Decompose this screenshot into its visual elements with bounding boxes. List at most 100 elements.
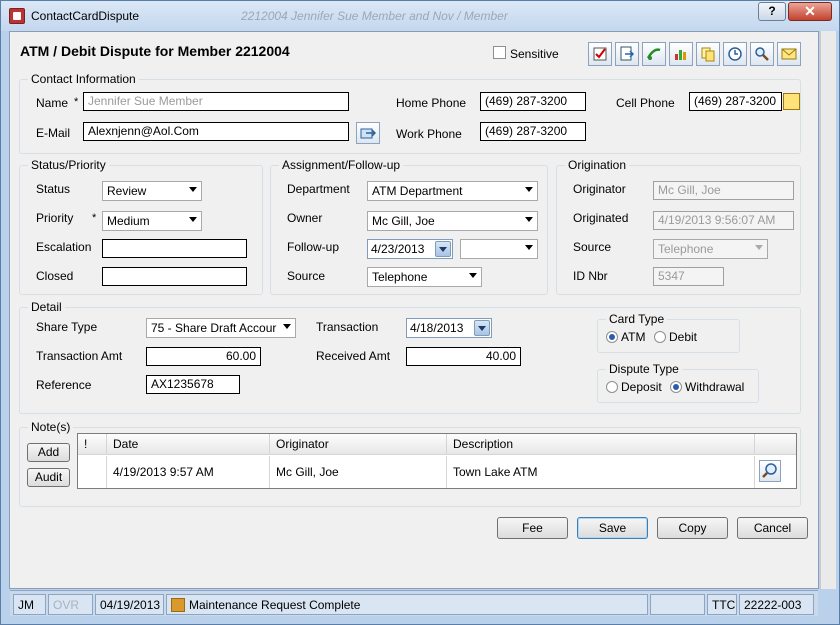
save-button[interactable]: Save	[577, 517, 648, 539]
transaction-date-picker[interactable]: 4/18/2013	[406, 318, 492, 338]
department-label: Department	[287, 182, 350, 196]
notes-table: ! Date Originator Description 4/19/2013 …	[77, 433, 797, 489]
maintenance-icon	[171, 598, 185, 612]
window-title-faded: 2212004 Jennifer Sue Member and Nov / Me…	[241, 9, 508, 23]
status-date: 04/19/2013	[95, 594, 164, 615]
followup-label: Follow-up	[287, 240, 340, 254]
search-icon[interactable]	[750, 42, 774, 66]
status-branch: TTC	[707, 594, 737, 615]
status-bar: JM OVR 04/19/2013 Maintenance Request Co…	[10, 590, 818, 616]
clock-icon[interactable]	[723, 42, 747, 66]
followup-time-select[interactable]	[460, 239, 538, 259]
received-amt-field[interactable]: 40.00	[406, 347, 521, 366]
detail-group-label: Detail	[28, 300, 65, 314]
app-icon	[9, 8, 25, 24]
escalation-field[interactable]	[102, 239, 247, 258]
originated-label: Originated	[573, 211, 629, 225]
view-note-search-icon[interactable]	[759, 460, 781, 482]
card-type-label: Card Type	[606, 312, 668, 326]
cancel-button[interactable]: Cancel	[737, 517, 808, 539]
dispute-deposit-radio[interactable]	[606, 381, 618, 393]
card-type-atm-label: ATM	[621, 330, 646, 344]
sensitive-label: Sensitive	[510, 47, 559, 61]
required-marker: *	[92, 212, 97, 224]
assignment-source-select[interactable]: Telephone	[367, 267, 482, 287]
close-button[interactable]: ✕	[788, 2, 832, 21]
status-message-panel: Maintenance Request Complete	[166, 594, 648, 615]
notes-group-label: Note(s)	[28, 420, 74, 434]
required-marker: *	[74, 96, 79, 108]
column-header-description[interactable]: Description	[447, 434, 755, 455]
closed-field[interactable]	[102, 267, 247, 286]
assignment-group-label: Assignment/Follow-up	[279, 158, 404, 172]
owner-label: Owner	[287, 211, 323, 225]
cell-description: Town Lake ATM	[447, 456, 755, 488]
window-title: ContactCardDispute	[31, 9, 140, 23]
page-title: ATM / Debit Dispute for Member 2212004	[20, 43, 290, 59]
fee-button[interactable]: Fee	[497, 517, 568, 539]
id-nbr-label: ID Nbr	[573, 269, 608, 283]
send-email-icon[interactable]	[356, 122, 380, 144]
card-type-atm-radio[interactable]	[606, 331, 618, 343]
card-type-debit-label: Debit	[669, 330, 698, 344]
priority-label: Priority	[36, 211, 74, 225]
dispute-withdrawal-label: Withdrawal	[685, 380, 745, 394]
detail-group: Detail Share Type 75 - Share Draft Accou…	[19, 300, 801, 414]
work-phone-field[interactable]: (469) 287-3200	[480, 122, 586, 141]
mail-icon[interactable]	[777, 42, 801, 66]
sensitive-checkbox[interactable]	[493, 46, 506, 59]
cell-flag	[78, 456, 107, 488]
calendar-dropdown-icon[interactable]	[474, 320, 490, 336]
dialog-window: ContactCardDispute 2212004 Jennifer Sue …	[0, 0, 840, 625]
copy-button[interactable]: Copy	[657, 517, 728, 539]
column-header-flag[interactable]: !	[78, 434, 107, 455]
name-field[interactable]: Jennifer Sue Member	[83, 92, 349, 111]
status-priority-group: Status/Priority Status Review Priority *…	[19, 158, 263, 295]
email-field[interactable]: Alexnjenn@Aol.Com	[83, 122, 349, 141]
id-nbr-field: 5347	[653, 267, 724, 286]
checklist-icon[interactable]	[588, 42, 612, 66]
add-note-button[interactable]: Add	[27, 443, 70, 462]
transfer-icon[interactable]	[642, 42, 666, 66]
share-type-label: Share Type	[36, 320, 98, 334]
department-select[interactable]: ATM Department	[367, 181, 538, 201]
card-type-group: Card Type ATM Debit	[597, 312, 740, 353]
phone-lookup-icon[interactable]	[783, 93, 800, 110]
column-header-date[interactable]: Date	[107, 434, 270, 455]
status-priority-label: Status/Priority	[28, 158, 109, 172]
help-button[interactable]: ?	[758, 2, 786, 21]
transaction-amt-label: Transaction Amt	[36, 349, 123, 363]
cell-originator: Mc Gill, Joe	[270, 456, 447, 488]
escalation-label: Escalation	[36, 240, 92, 254]
assignment-group: Assignment/Follow-up Department ATM Depa…	[270, 158, 548, 295]
dispute-deposit-label: Deposit	[621, 380, 662, 394]
calendar-dropdown-icon[interactable]	[435, 241, 451, 257]
status-label: Status	[36, 182, 71, 196]
reference-field[interactable]: AX1235678	[146, 375, 240, 394]
column-header-originator[interactable]: Originator	[270, 434, 447, 455]
copy-icon[interactable]	[696, 42, 720, 66]
status-ovr: OVR	[48, 594, 93, 615]
table-header: ! Date Originator Description	[78, 434, 796, 455]
column-header-action	[755, 434, 796, 455]
export-icon[interactable]	[615, 42, 639, 66]
title-bar: ContactCardDispute 2212004 Jennifer Sue …	[1, 1, 839, 31]
status-message: Maintenance Request Complete	[189, 598, 361, 612]
audit-button[interactable]: Audit	[27, 468, 70, 487]
priority-select[interactable]: Medium	[102, 211, 202, 231]
home-phone-field[interactable]: (469) 287-3200	[480, 92, 586, 111]
origination-group-label: Origination	[565, 158, 630, 172]
followup-date-picker[interactable]: 4/23/2013	[367, 239, 453, 259]
dispute-withdrawal-radio[interactable]	[670, 381, 682, 393]
chart-icon[interactable]	[669, 42, 693, 66]
form-body: ATM / Debit Dispute for Member 2212004 S…	[9, 31, 819, 616]
cell-phone-field[interactable]: (469) 287-3200	[689, 92, 782, 111]
owner-select[interactable]: Mc Gill, Joe	[367, 211, 538, 231]
share-type-select[interactable]: 75 - Share Draft Accour	[146, 318, 296, 338]
status-select[interactable]: Review	[102, 181, 202, 201]
transaction-amt-field[interactable]: 60.00	[146, 347, 261, 366]
vertical-scrollbar[interactable]	[820, 31, 836, 589]
origination-source-select: Telephone	[653, 239, 768, 259]
closed-label: Closed	[36, 269, 74, 283]
card-type-debit-radio[interactable]	[654, 331, 666, 343]
